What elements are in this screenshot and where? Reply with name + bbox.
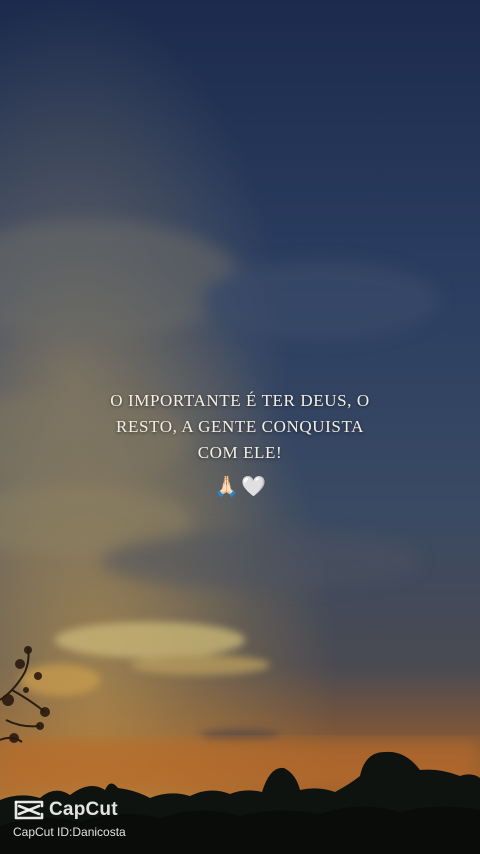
emoji-row: 🙏🏻 🤍 <box>0 472 480 500</box>
white-heart-icon: 🤍 <box>241 474 266 498</box>
capcut-logo-icon <box>14 800 44 820</box>
quote-text: O IMPORTANTE É TER DEUS, O RESTO, A GENT… <box>60 388 420 466</box>
watermark-id: CapCut ID:Danicosta <box>13 825 126 839</box>
quote-line: RESTO, A GENTE CONQUISTA <box>116 417 364 436</box>
watermark-brand: CapCut <box>49 799 118 820</box>
quote-line: O IMPORTANTE É TER DEUS, O <box>110 391 370 410</box>
praying-hands-icon: 🙏🏻 <box>214 474 239 498</box>
capcut-watermark: CapCut CapCut ID:Danicosta <box>13 797 126 839</box>
quote-line: COM ELE! <box>197 443 283 462</box>
